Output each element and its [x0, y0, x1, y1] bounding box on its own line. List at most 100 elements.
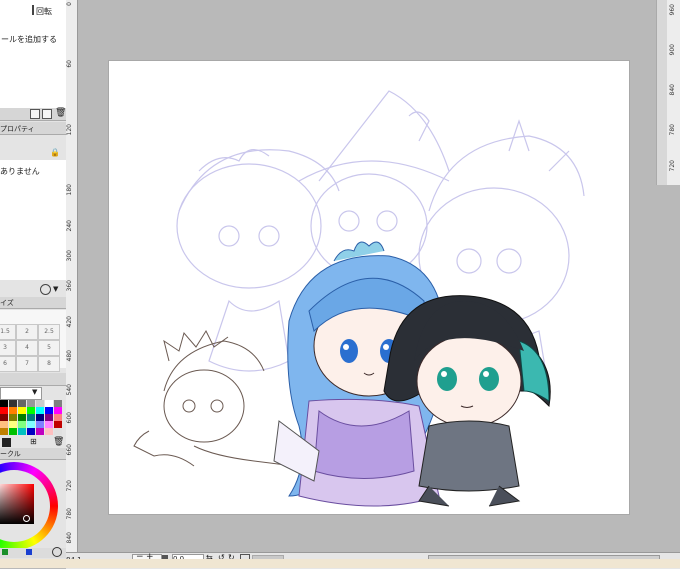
ruler-label: 540: [66, 384, 73, 396]
brush-size-cell[interactable]: 6: [0, 356, 16, 372]
palette-swatch[interactable]: [9, 407, 17, 414]
brush-size-cell[interactable]: 4: [16, 340, 38, 356]
palette-swatch[interactable]: [36, 421, 44, 428]
settings-circle-icon[interactable]: [40, 284, 51, 295]
ruler-label: 480: [66, 350, 73, 362]
ruler-label: 300: [66, 250, 73, 262]
color-mode-icon[interactable]: [2, 549, 8, 555]
property-tab-bar: プロパティ: [0, 122, 66, 135]
palette-swatch[interactable]: [18, 400, 26, 407]
right-ruler: 960 900 840 780 720: [666, 0, 680, 185]
tab-color-circle[interactable]: ークル: [0, 449, 21, 459]
palette-swatch[interactable]: [36, 400, 44, 407]
brush-size-cell[interactable]: 2: [16, 324, 38, 340]
ruler-label: 600: [66, 412, 73, 424]
palette-swatch[interactable]: [9, 414, 17, 421]
tab-brush-size[interactable]: イズ: [0, 298, 14, 308]
palette-swatch[interactable]: [18, 421, 26, 428]
color-set-tab-bar: [0, 373, 66, 386]
palette-swatch[interactable]: [54, 428, 62, 435]
palette-swatch[interactable]: [0, 414, 8, 421]
brush-size-tab-bar: イズ: [0, 297, 66, 309]
palette-swatch[interactable]: [9, 421, 17, 428]
color-target-icon[interactable]: [52, 547, 62, 557]
ruler-label: 960: [669, 4, 676, 16]
color-circle-tab-bar: ークル: [0, 448, 66, 460]
palette-swatch[interactable]: [54, 421, 62, 428]
illustration: [133, 90, 585, 507]
palette-swatch[interactable]: [0, 407, 8, 414]
brush-size-cell[interactable]: 3: [0, 340, 16, 356]
brush-size-cell[interactable]: 2.5: [38, 324, 60, 340]
add-color-icon[interactable]: ⊞: [30, 437, 37, 446]
copy-item-icon[interactable]: [42, 109, 52, 119]
tool-list-pane: 回転 ールを追加する: [0, 0, 66, 108]
palette-swatch[interactable]: [54, 414, 62, 421]
rotate-label[interactable]: 回転: [36, 6, 52, 17]
chevron-down-icon[interactable]: ▼: [32, 388, 37, 396]
palette-swatch[interactable]: [18, 407, 26, 414]
color-mode-bar: [0, 547, 66, 558]
palette-swatch[interactable]: [36, 407, 44, 414]
brush-size-cell[interactable]: 1.5: [0, 324, 16, 340]
palette-swatch[interactable]: [45, 400, 53, 407]
palette-swatch[interactable]: [36, 414, 44, 421]
ruler-label: 360: [66, 280, 73, 292]
ruler-label: 660: [66, 444, 73, 456]
palette-swatch[interactable]: [45, 428, 53, 435]
ruler-label: 840: [669, 84, 676, 96]
brush-size-grid: 1.5 2 2.5 3 4 5 6 7 8: [0, 310, 66, 372]
no-item-text: ありません: [0, 167, 40, 176]
palette-swatch[interactable]: [27, 428, 35, 435]
property-pane: ありません: [0, 160, 66, 280]
trash-icon[interactable]: 🗑: [53, 437, 64, 447]
character-lineart: [133, 329, 295, 467]
ruler-label: 240: [66, 220, 73, 232]
ruler-label: 900: [669, 44, 676, 56]
chevron-down-icon[interactable]: ▼: [53, 285, 58, 293]
color-picker-handle[interactable]: [23, 515, 30, 522]
brush-size-cell[interactable]: 5: [38, 340, 60, 356]
palette-swatch[interactable]: [27, 407, 35, 414]
lock-icon[interactable]: 🔒: [50, 148, 60, 157]
palette-swatch[interactable]: [36, 428, 44, 435]
palette-swatch[interactable]: [45, 414, 53, 421]
brush-size-cell[interactable]: 8: [38, 356, 60, 372]
tool-list-toolbar: 🗑: [0, 108, 66, 121]
palette-swatch[interactable]: [27, 414, 35, 421]
foreground-color-swatch[interactable]: [2, 438, 11, 447]
palette-swatch[interactable]: [9, 400, 17, 407]
brush-size-cell[interactable]: 7: [16, 356, 38, 372]
ruler-label: 780: [669, 124, 676, 136]
palette-swatch[interactable]: [0, 428, 8, 435]
palette-swatch[interactable]: [45, 421, 53, 428]
drawing-canvas[interactable]: [109, 61, 629, 514]
ruler-label: 120: [66, 124, 73, 136]
color-palette: [0, 400, 64, 435]
left-panel: 回転 ールを追加する 🗑 プロパティ 🔒 ありません ▼ イズ 1.5 2 2.…: [0, 0, 67, 568]
palette-swatch[interactable]: [45, 407, 53, 414]
palette-swatch[interactable]: [54, 400, 62, 407]
add-tool-link[interactable]: ールを追加する: [1, 34, 57, 45]
tab-property[interactable]: プロパティ: [0, 124, 35, 134]
color-mode-icon[interactable]: [26, 549, 32, 555]
palette-swatch[interactable]: [54, 407, 62, 414]
palette-swatch[interactable]: [27, 400, 35, 407]
ruler-label: 180: [66, 184, 73, 196]
ruler-label: 720: [669, 160, 676, 172]
ruler-label: 0: [66, 2, 73, 6]
trash-icon[interactable]: 🗑: [55, 108, 66, 118]
ruler-label: 420: [66, 316, 73, 328]
palette-swatch[interactable]: [9, 428, 17, 435]
palette-swatch[interactable]: [0, 421, 8, 428]
new-item-icon[interactable]: [30, 109, 40, 119]
ruler-label: 60: [66, 60, 73, 68]
palette-swatch[interactable]: [27, 421, 35, 428]
palette-swatch[interactable]: [18, 414, 26, 421]
palette-swatch[interactable]: [18, 428, 26, 435]
vertical-ruler: 0 60 120 180 240 300 360 420 480 540 600…: [66, 0, 78, 560]
palette-swatch[interactable]: [0, 400, 8, 407]
divider: [32, 5, 34, 15]
ruler-label: 720: [66, 480, 73, 492]
ruler-label: 840: [66, 532, 73, 544]
